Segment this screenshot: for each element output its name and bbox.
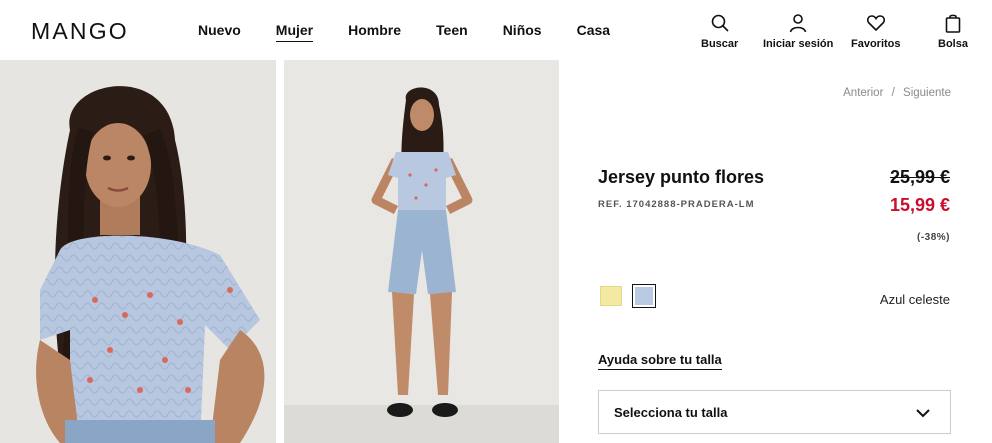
original-price: 25,99 € [889, 167, 950, 187]
login-label: Iniciar sesión [763, 38, 834, 50]
product-title: Jersey punto flores [598, 167, 765, 187]
product-image-closeup[interactable] [0, 60, 276, 443]
login-button[interactable]: Iniciar sesión [763, 13, 833, 50]
next-link[interactable]: Siguiente [903, 87, 951, 99]
favorites-label: Favoritos [851, 38, 901, 50]
chevron-down-icon [916, 409, 930, 418]
favorites-button[interactable]: Favoritos [851, 13, 901, 50]
nav-teen[interactable]: Teen [436, 22, 468, 42]
heart-icon [866, 15, 885, 32]
main-nav: Nuevo Mujer Hombre Teen Niños Casa [198, 22, 645, 42]
brand-logo[interactable]: MANGO [31, 18, 129, 45]
search-icon [711, 14, 729, 32]
product-pager: Anterior / Siguiente [843, 87, 951, 99]
site-header: MANGO Nuevo Mujer Hombre Teen Niños Casa… [0, 0, 992, 60]
size-help-link[interactable]: Ayuda sobre tu talla [598, 352, 722, 370]
size-select[interactable]: Selecciona tu talla [598, 390, 951, 434]
nav-mujer[interactable]: Mujer [275, 22, 314, 42]
model-closeup-illustration [0, 60, 276, 443]
bag-label: Bolsa [938, 38, 968, 50]
product-reference: REF. 17042888-PRADERA-LM [598, 199, 755, 210]
user-icon [789, 14, 807, 33]
selected-color-name: Azul celeste [879, 292, 950, 307]
model-fullbody-illustration [284, 60, 559, 443]
discount-badge: (-38%) [916, 232, 950, 243]
bag-button[interactable]: Bolsa [938, 13, 968, 50]
prev-link[interactable]: Anterior [843, 87, 883, 99]
nav-hombre[interactable]: Hombre [348, 22, 401, 42]
nav-nuevo[interactable]: Nuevo [198, 22, 241, 42]
product-image-fullbody[interactable] [284, 60, 559, 443]
nav-ninos[interactable]: Niños [503, 22, 542, 42]
color-swatch-blue[interactable] [632, 284, 656, 308]
size-select-label: Selecciona tu talla [614, 405, 728, 420]
nav-casa[interactable]: Casa [577, 22, 610, 42]
search-label: Buscar [701, 38, 739, 50]
pager-separator: / [891, 87, 895, 99]
search-button[interactable]: Buscar [701, 13, 738, 50]
sale-price: 15,99 € [889, 195, 950, 215]
color-swatch-yellow[interactable] [600, 286, 622, 306]
bag-icon [945, 14, 961, 33]
